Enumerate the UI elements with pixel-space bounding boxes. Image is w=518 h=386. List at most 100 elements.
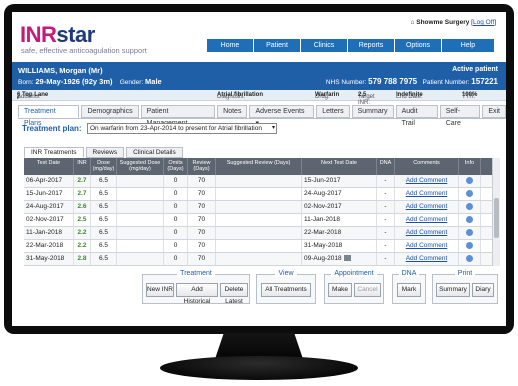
tab-demographics[interactable]: Demographics <box>81 105 139 118</box>
add-comment-link[interactable]: Add Comment <box>395 253 459 265</box>
info-icon[interactable] <box>466 241 473 249</box>
nhs-value: 579 788 7975 <box>368 77 418 86</box>
tab-letters[interactable]: Letters <box>316 105 350 118</box>
tab-treatment-plans[interactable]: Treatment Plans <box>18 105 80 127</box>
inr-treatments-table: Test Date INR Dose (mg/day) Suggested Do… <box>24 158 500 266</box>
add-comment-link[interactable]: Add Comment <box>395 175 459 187</box>
cell-info[interactable] <box>459 188 481 200</box>
nav-help[interactable]: Help <box>442 39 494 52</box>
add-comment-link-text[interactable]: Add Comment <box>406 229 448 236</box>
table-row[interactable]: 24-Aug-2017 2.6 6.5 0 70 02-Nov-2017 - Add Comm… <box>24 201 500 214</box>
add-comment-link-text[interactable]: Add Comment <box>406 255 448 262</box>
make-appointment-button[interactable]: Make <box>328 283 352 297</box>
mark-dna-button[interactable]: Mark <box>397 283 421 297</box>
tab-patient-management[interactable]: Patient Management <box>140 105 216 127</box>
table-row[interactable]: 15-Jun-2017 2.7 6.5 0 70 24-Aug-2017 - Add Comm… <box>24 188 500 201</box>
col-dose[interactable]: Dose (mg/day) <box>91 158 117 175</box>
tab-notes[interactable]: Notes <box>217 105 248 118</box>
cell-info[interactable] <box>459 175 481 187</box>
add-comment-link[interactable]: Add Comment <box>395 227 459 239</box>
address: ▸ Address: 6 Top Lane <box>17 92 48 101</box>
new-inr-button[interactable]: New INR <box>146 283 174 297</box>
cell-info[interactable] <box>459 227 481 239</box>
tagline: safe, effective anticoagulation support <box>21 46 147 55</box>
tab-summary[interactable]: Summary <box>351 105 394 118</box>
table-row[interactable]: 11-Jan-2018 2.2 6.5 0 70 22-Mar-2018 - Add Comm… <box>24 227 500 240</box>
subtab-reviews[interactable]: Reviews <box>85 147 125 158</box>
cell-review: 70 <box>188 240 216 252</box>
main-nav: Home Patient Clinics Reports Options Hel… <box>207 39 494 52</box>
cell-test-date: 24-Aug-2017 <box>24 201 74 213</box>
table-row[interactable]: 22-Mar-2018 2.2 6.5 0 70 31-May-2018 - Add Comm… <box>24 240 500 253</box>
patient-born: Born: 29-May-1926 (92y 3m) Gender: Male <box>18 77 162 86</box>
table-row[interactable]: 02-Nov-2017 2.5 6.5 0 70 11-Jan-2018 - Add Comm… <box>24 214 500 227</box>
col-test-date[interactable]: Test Date <box>24 158 74 175</box>
add-comment-link-text[interactable]: Add Comment <box>406 216 448 223</box>
info-icon[interactable] <box>466 189 473 197</box>
cell-info[interactable] <box>459 240 481 252</box>
cell-suggested-dose <box>117 214 164 226</box>
col-suggested-dose[interactable]: Suggested Dose (mg/day) <box>117 158 164 175</box>
info-icon[interactable] <box>466 176 473 184</box>
cell-info[interactable] <box>459 214 481 226</box>
add-comment-link-text[interactable]: Add Comment <box>406 242 448 249</box>
cell-info[interactable] <box>459 201 481 213</box>
col-dna[interactable]: DNA <box>377 158 395 175</box>
info-icon[interactable] <box>466 215 473 223</box>
patient-name: WILLIAMS, Morgan (Mr) <box>18 66 103 75</box>
nav-clinics[interactable]: Clinics <box>301 39 347 52</box>
col-comments[interactable]: Comments <box>395 158 459 175</box>
add-comment-link[interactable]: Add Comment <box>395 188 459 200</box>
table-row[interactable]: 31-May-2018 2.8 6.5 0 70 09-Aug-2018 - Add Comm… <box>24 253 500 266</box>
print-summary-button[interactable]: Summary <box>436 283 470 297</box>
col-review[interactable]: Review (Days) <box>188 158 216 175</box>
col-inr[interactable]: INR <box>74 158 91 175</box>
delete-latest-button[interactable]: Delete Latest <box>220 283 248 305</box>
surgery-name: Showme Surgery <box>416 19 470 26</box>
subtab-inr-treatments[interactable]: INR Treatments <box>24 147 84 158</box>
info-icon[interactable] <box>466 228 473 236</box>
cancel-appointment-button[interactable]: Cancel <box>354 283 381 297</box>
tab-adverse-events[interactable]: Adverse Events ▾ <box>249 105 315 127</box>
drug-label: Drug: <box>315 94 330 100</box>
add-comment-link[interactable]: Add Comment <box>395 214 459 226</box>
add-comment-link[interactable]: Add Comment <box>395 201 459 213</box>
nav-reports[interactable]: Reports <box>348 39 394 52</box>
col-omits[interactable]: Omits (Days) <box>164 158 188 175</box>
print-diary-button[interactable]: Diary <box>472 283 494 297</box>
monitor-stand-base <box>160 356 358 380</box>
add-comment-link-text[interactable]: Add Comment <box>406 190 448 197</box>
sub-tabs: INR Treatments Reviews Clinical Details <box>24 147 183 158</box>
nav-patient[interactable]: Patient <box>254 39 300 52</box>
add-comment-link-text[interactable]: Add Comment <box>406 177 448 184</box>
tab-self-care[interactable]: Self-Care <box>439 105 481 127</box>
scrollbar-thumb[interactable] <box>494 198 499 238</box>
treatment-plan-select[interactable]: On warfarin from 23-Apr-2014 to present … <box>87 123 277 134</box>
col-info[interactable]: Info <box>459 158 481 175</box>
nav-home[interactable]: Home <box>207 39 253 52</box>
add-comment-link[interactable]: Add Comment <box>395 240 459 252</box>
add-comment-link-text[interactable]: Add Comment <box>406 203 448 210</box>
calendar-icon[interactable] <box>343 255 351 262</box>
view-title: View <box>275 270 297 277</box>
info-icon[interactable] <box>466 202 473 210</box>
add-historical-button[interactable]: Add Historical <box>176 283 218 305</box>
logoff-link[interactable]: Log Off <box>473 19 494 26</box>
cell-review-text: 70 <box>197 242 206 249</box>
col-next-test-date[interactable]: Next Test Date <box>302 158 377 175</box>
subtab-clinical-details[interactable]: Clinical Details <box>126 147 183 158</box>
cell-dna: - <box>377 227 395 239</box>
col-suggested-review[interactable]: Suggested Review (Days) <box>216 158 302 175</box>
table-scrollbar[interactable] <box>492 158 500 266</box>
tab-audit-trail[interactable]: Audit Trail <box>395 105 438 127</box>
all-treatments-button[interactable]: All Treatments <box>261 283 311 297</box>
info-icon[interactable] <box>466 254 473 262</box>
table-row[interactable]: 06-Apr-2017 2.7 6.5 0 70 15-Jun-2017 - Add Comm… <box>24 175 500 188</box>
tab-exit[interactable]: Exit <box>482 105 506 118</box>
cell-info[interactable] <box>459 253 481 265</box>
nav-options[interactable]: Options <box>395 39 441 52</box>
tab-divider <box>18 118 506 119</box>
cell-suggested-review <box>216 175 302 187</box>
cell-next-test-date: 11-Jan-2018 <box>302 214 377 226</box>
cell-next-test-date: 24-Aug-2017 <box>302 188 377 200</box>
